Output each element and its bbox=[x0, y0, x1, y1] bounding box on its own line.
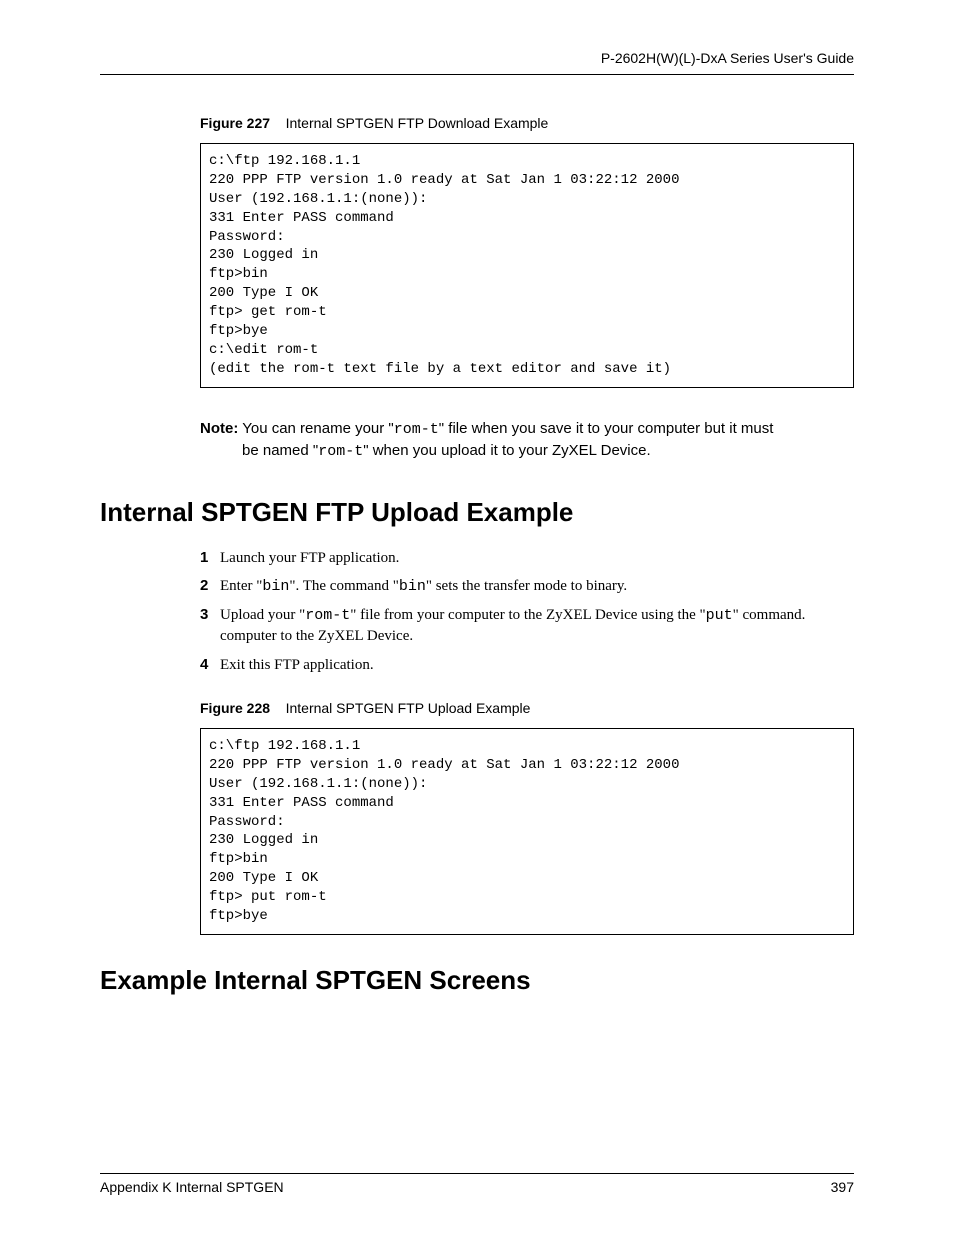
note-line-1: Note: You can rename your "rom-t" file w… bbox=[200, 418, 854, 440]
item-number: 2 bbox=[200, 576, 220, 597]
list-item: 1 Launch your FTP application. bbox=[200, 548, 854, 568]
page-header: P-2602H(W)(L)-DxA Series User's Guide bbox=[100, 50, 854, 75]
item-number: 4 bbox=[200, 655, 220, 675]
note-code-2: rom-t bbox=[318, 443, 363, 460]
note-label: Note: bbox=[200, 420, 238, 437]
figure-228-caption: Figure 228 Internal SPTGEN FTP Upload Ex… bbox=[200, 700, 854, 716]
item-text: Upload your "rom-t" file from your compu… bbox=[220, 605, 854, 647]
code-part: put bbox=[706, 607, 733, 624]
figure-228-code: c:\ftp 192.168.1.1 220 PPP FTP version 1… bbox=[200, 728, 854, 935]
figure-227-label: Figure 227 bbox=[200, 115, 270, 131]
item-text: Exit this FTP application. bbox=[220, 655, 854, 675]
screens-heading: Example Internal SPTGEN Screens bbox=[100, 965, 854, 996]
item-number: 1 bbox=[200, 548, 220, 568]
text-part: ". The command " bbox=[289, 578, 398, 594]
item-text: Enter "bin". The command "bin" sets the … bbox=[220, 576, 854, 597]
code-part: bin bbox=[399, 578, 426, 595]
figure-228-title: Internal SPTGEN FTP Upload Example bbox=[286, 700, 531, 716]
note-text-1a: You can rename your " bbox=[238, 420, 393, 437]
page-container: P-2602H(W)(L)-DxA Series User's Guide Fi… bbox=[0, 0, 954, 1235]
note-text-1b: " file when you save it to your computer… bbox=[439, 420, 774, 437]
page-footer: Appendix K Internal SPTGEN 397 bbox=[100, 1173, 854, 1195]
list-item: 2 Enter "bin". The command "bin" sets th… bbox=[200, 576, 854, 597]
footer-right: 397 bbox=[831, 1179, 854, 1195]
upload-heading: Internal SPTGEN FTP Upload Example bbox=[100, 497, 854, 528]
note-line-2: be named "rom-t" when you upload it to y… bbox=[242, 440, 854, 462]
code-part: rom-t bbox=[305, 607, 350, 624]
footer-left: Appendix K Internal SPTGEN bbox=[100, 1179, 284, 1195]
text-part: Enter " bbox=[220, 578, 262, 594]
note-text-2b: " when you upload it to your ZyXEL Devic… bbox=[363, 442, 650, 459]
list-item: 4 Exit this FTP application. bbox=[200, 655, 854, 675]
note-code-1: rom-t bbox=[394, 421, 439, 438]
text-part: Upload your " bbox=[220, 607, 305, 623]
code-part: bin bbox=[262, 578, 289, 595]
list-item: 3 Upload your "rom-t" file from your com… bbox=[200, 605, 854, 647]
figure-227-code: c:\ftp 192.168.1.1 220 PPP FTP version 1… bbox=[200, 143, 854, 388]
item-number: 3 bbox=[200, 605, 220, 647]
figure-227-caption: Figure 227 Internal SPTGEN FTP Download … bbox=[200, 115, 854, 131]
page-content: Figure 227 Internal SPTGEN FTP Download … bbox=[200, 115, 854, 1173]
guide-title: P-2602H(W)(L)-DxA Series User's Guide bbox=[601, 50, 854, 66]
text-part: " sets the transfer mode to binary. bbox=[426, 578, 627, 594]
figure-227-title: Internal SPTGEN FTP Download Example bbox=[286, 115, 549, 131]
figure-228-label: Figure 228 bbox=[200, 700, 270, 716]
note-text-2a: be named " bbox=[242, 442, 318, 459]
item-text: Launch your FTP application. bbox=[220, 548, 854, 568]
text-part: " file from your computer to the ZyXEL D… bbox=[350, 607, 705, 623]
upload-steps: 1 Launch your FTP application. 2 Enter "… bbox=[200, 548, 854, 675]
note-block: Note: You can rename your "rom-t" file w… bbox=[200, 418, 854, 462]
